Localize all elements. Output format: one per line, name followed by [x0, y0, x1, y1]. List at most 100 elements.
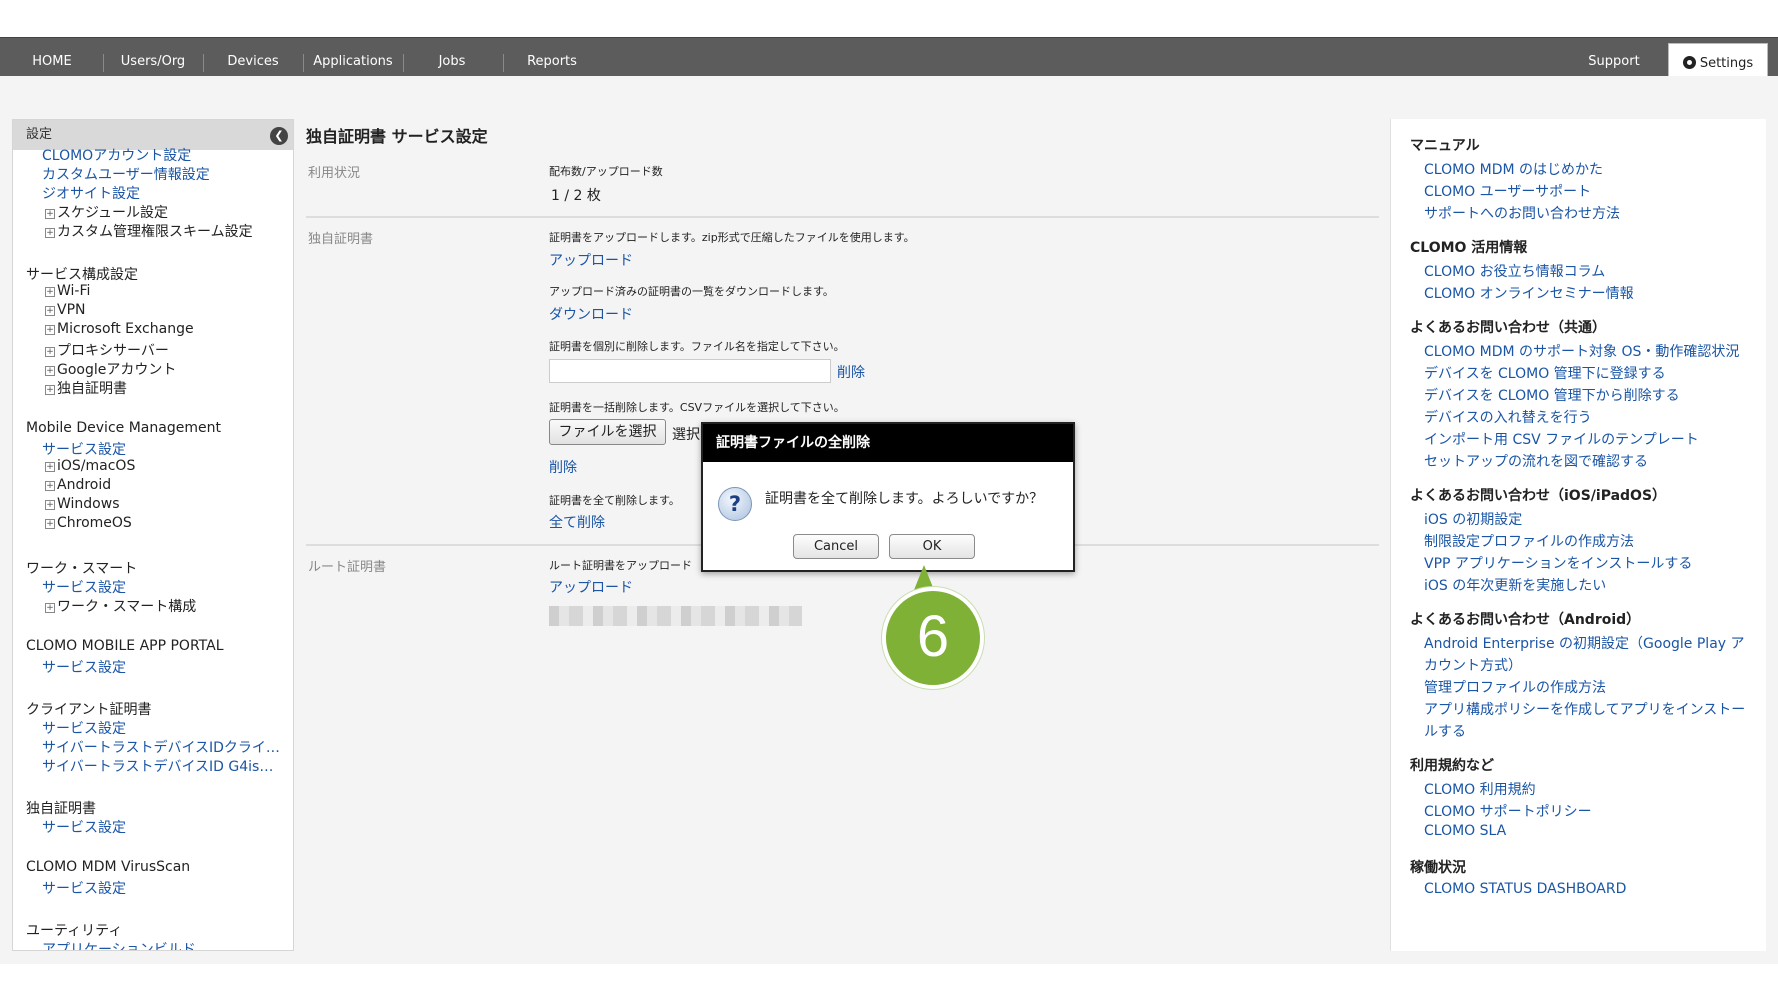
sidebar-link[interactable]: サービス設定 [42, 439, 126, 459]
sidebar-expandable-item[interactable]: + ワーク・スマート構成 [45, 596, 196, 616]
redacted-filename [549, 606, 802, 626]
root-cert-description: ルート証明書をアップロード [549, 559, 692, 572]
help-link[interactable]: 管理プロファイルの作成方法 [1424, 677, 1606, 697]
help-link[interactable]: インポート用 CSV ファイルのテンプレート [1424, 429, 1699, 449]
sidebar-expandable-item[interactable]: + Wi-Fi [45, 283, 90, 299]
sidebar-item-label: CLOMO MDM VirusScan [26, 859, 191, 875]
sidebar-expandable-item[interactable]: + ChromeOS [45, 515, 132, 531]
help-link[interactable]: デバイスを CLOMO 管理下に登録する [1424, 363, 1666, 383]
filename-input[interactable] [549, 359, 831, 383]
root-upload-link[interactable]: アップロード [549, 577, 633, 597]
sidebar-item-label: サービス設定 [42, 580, 126, 596]
expand-plus-icon[interactable]: + [45, 325, 55, 335]
sidebar-expandable-item[interactable]: + VPN [45, 302, 86, 318]
help-link[interactable]: CLOMO MDM のサポート対象 OS・動作確認状況 [1424, 341, 1739, 361]
sidebar-link[interactable]: サイバートラストデバイスIDクライ… [42, 737, 280, 757]
download-link[interactable]: ダウンロード [549, 304, 633, 324]
sidebar-link[interactable]: サイバートラストデバイスID G4is… [42, 756, 273, 776]
sidebar-link[interactable]: サービス設定 [42, 657, 126, 677]
sidebar-link[interactable]: アプリケーションビルド [42, 939, 196, 951]
help-link[interactable]: アプリ構成ポリシーを作成してアプリをインストー [1424, 699, 1745, 719]
help-link[interactable]: ルする [1424, 721, 1466, 741]
help-link[interactable]: iOS の年次更新を実施したい [1424, 575, 1606, 595]
sidebar-section-heading: Mobile Device Management [26, 420, 221, 436]
expand-plus-icon[interactable]: + [45, 287, 55, 297]
help-section-heading: よくあるお問い合わせ（Android） [1410, 612, 1641, 628]
sidebar-link[interactable]: CLOMOアカウント設定 [42, 145, 191, 165]
help-link[interactable]: 制限設定プロファイルの作成方法 [1424, 531, 1634, 551]
help-link[interactable]: サポートへのお問い合わせ方法 [1424, 203, 1620, 223]
expand-plus-icon[interactable]: + [45, 519, 55, 529]
choose-file-button[interactable]: ファイルを選択 [549, 419, 666, 445]
sidebar-expandable-item[interactable]: + Android [45, 477, 111, 493]
confirm-delete-dialog: 証明書ファイルの全削除 ? 証明書を全て削除します。よろしいですか？ Cance… [701, 422, 1075, 572]
delete-all-link[interactable]: 全て削除 [549, 512, 605, 532]
help-link[interactable]: カウント方式） [1424, 655, 1522, 675]
expand-plus-icon[interactable]: + [45, 228, 55, 238]
expand-plus-icon[interactable]: + [45, 306, 55, 316]
expand-plus-icon[interactable]: + [45, 481, 55, 491]
help-link[interactable]: iOS の初期設定 [1424, 509, 1522, 529]
expand-plus-icon[interactable]: + [45, 209, 55, 219]
sidebar-expandable-item[interactable]: + 独自証明書 [45, 378, 127, 398]
sidebar-item-label: サービス構成設定 [26, 267, 138, 283]
delete-bulk-description: 証明書を一括削除します。CSVファイルを選択して下さい。 [549, 401, 845, 414]
nav-reports[interactable]: Reports [512, 38, 592, 77]
help-link[interactable]: デバイスの入れ替えを行う [1424, 407, 1592, 427]
nav-home[interactable]: HOME [18, 38, 86, 77]
sidebar-link[interactable]: サービス設定 [42, 718, 126, 738]
cert-label: 独自証明書 [308, 232, 374, 247]
help-section-heading: よくあるお問い合わせ（iOS/iPadOS） [1410, 488, 1667, 504]
nav-jobs[interactable]: Jobs [412, 38, 492, 77]
help-link[interactable]: CLOMO お役立ち情報コラム [1424, 261, 1605, 281]
expand-plus-icon[interactable]: + [45, 366, 55, 376]
chevron-left-icon[interactable]: ❮ [270, 127, 288, 145]
help-link[interactable]: セットアップの流れを図で確認する [1424, 451, 1648, 471]
cancel-button[interactable]: Cancel [793, 534, 879, 559]
nav-applications[interactable]: Applications [310, 38, 396, 77]
delete-all-description: 証明書を全て削除します。 [549, 494, 680, 507]
delete-one-link[interactable]: 削除 [837, 362, 865, 382]
delete-bulk-link[interactable]: 削除 [549, 457, 577, 477]
help-link[interactable]: CLOMO SLA [1424, 823, 1506, 839]
sidebar-expandable-item[interactable]: + iOS/macOS [45, 458, 135, 474]
nav-settings-tab[interactable]: Settings [1668, 43, 1768, 79]
sidebar-item-label: Windows [57, 496, 120, 512]
ok-button[interactable]: OK [889, 534, 975, 559]
expand-plus-icon[interactable]: + [45, 385, 55, 395]
help-link[interactable]: Android Enterprise の初期設定（Google Play ア [1424, 633, 1745, 653]
expand-plus-icon[interactable]: + [45, 347, 55, 357]
sidebar-link[interactable]: カスタムユーザー情報設定 [42, 164, 210, 184]
nav-devices[interactable]: Devices [215, 38, 291, 77]
help-link[interactable]: CLOMO サポートポリシー [1424, 801, 1592, 821]
help-link[interactable]: CLOMO MDM のはじめかた [1424, 159, 1603, 179]
sidebar-link[interactable]: サービス設定 [42, 577, 126, 597]
sidebar-expandable-item[interactable]: + カスタム管理権限スキーム設定 [45, 221, 253, 241]
sidebar-expandable-item[interactable]: + Microsoft Exchange [45, 321, 194, 337]
sidebar-item-label: アプリケーションビルド [42, 942, 196, 951]
sidebar-expandable-item[interactable]: + スケジュール設定 [45, 202, 168, 222]
upload-link[interactable]: アップロード [549, 250, 633, 270]
expand-plus-icon[interactable]: + [45, 500, 55, 510]
expand-plus-icon[interactable]: + [45, 462, 55, 472]
help-link[interactable]: CLOMO STATUS DASHBOARD [1424, 881, 1626, 897]
sidebar-expandable-item[interactable]: + Windows [45, 496, 120, 512]
sidebar-item-label: スケジュール設定 [57, 205, 169, 221]
help-link[interactable]: CLOMO オンラインセミナー情報 [1424, 283, 1634, 303]
help-panel: マニュアル CLOMO MDM のはじめかた CLOMO ユーザーサポート サポートへ… [1390, 119, 1766, 951]
sidebar-item-label: ジオサイト設定 [42, 186, 140, 202]
sidebar-link[interactable]: ジオサイト設定 [42, 183, 140, 203]
sidebar-section-heading: クライアント証明書 [26, 699, 151, 719]
help-link[interactable]: CLOMO 利用規約 [1424, 779, 1536, 799]
help-link[interactable]: デバイスを CLOMO 管理下から削除する [1424, 385, 1680, 405]
help-link[interactable]: VPP アプリケーションをインストールする [1424, 553, 1692, 573]
expand-plus-icon[interactable]: + [45, 603, 55, 613]
nav-support[interactable]: Support [1572, 38, 1656, 77]
help-link[interactable]: CLOMO ユーザーサポート [1424, 181, 1591, 201]
nav-separator [403, 54, 404, 72]
nav-users-org[interactable]: Users/Org [112, 38, 194, 77]
sidebar-link[interactable]: サービス設定 [42, 817, 126, 837]
sidebar-expandable-item[interactable]: + Googleアカウント [45, 359, 176, 379]
sidebar-expandable-item[interactable]: + プロキシサーバー [45, 340, 169, 360]
sidebar-link[interactable]: サービス設定 [42, 878, 126, 898]
